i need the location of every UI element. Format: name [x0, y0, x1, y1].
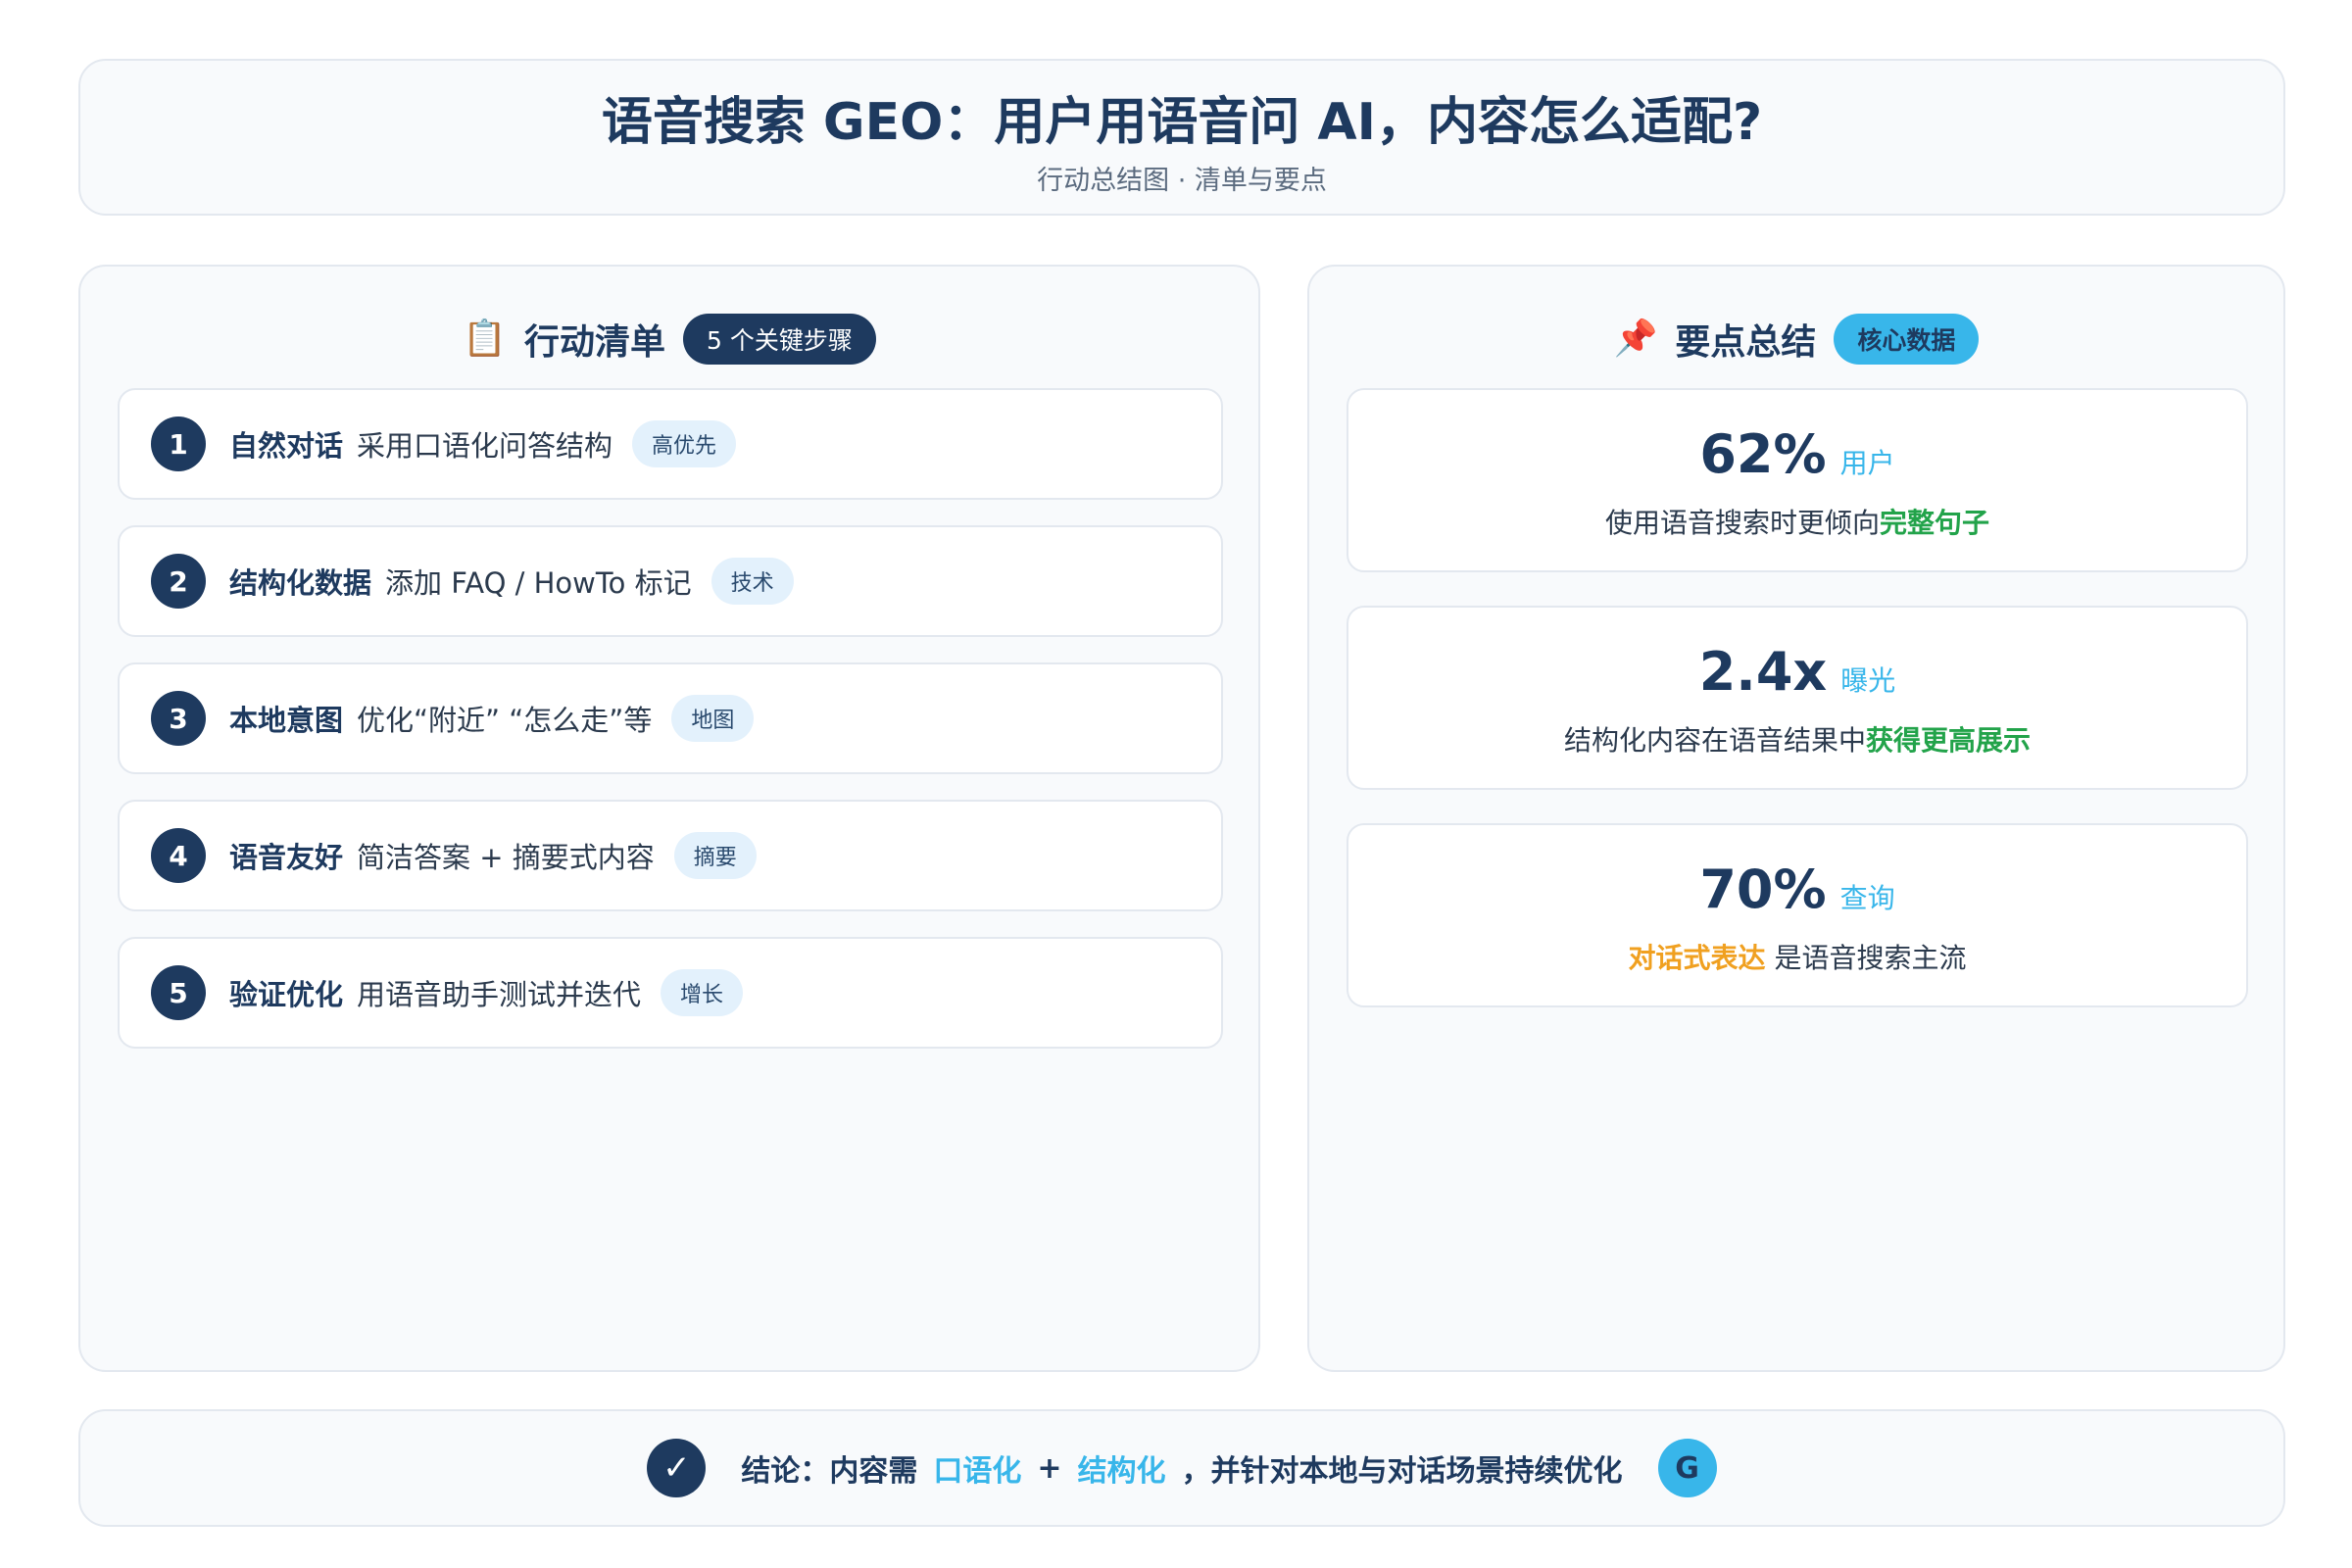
stat-value: 2.4x	[1698, 641, 1828, 703]
stat-card: 70% 查询 对话式表达 是语音搜索主流	[1347, 823, 2248, 1007]
action-list-panel: 📋 行动清单 5 个关键步骤 1 自然对话 采用口语化问答结构 高优先 2 结构…	[78, 265, 1260, 1372]
step-title: 自然对话	[229, 429, 344, 463]
stat-unit: 查询	[1839, 882, 1895, 914]
action-list-header: 📋 行动清单 5 个关键步骤	[80, 312, 1258, 367]
stat-value: 62%	[1699, 423, 1827, 485]
conclusion-suffix: ，并针对本地与对话场景持续优化	[1181, 1454, 1623, 1489]
key-points-title: 要点总结	[1675, 322, 1817, 363]
step-title: 本地意图	[229, 704, 344, 737]
conclusion-plus: +	[1037, 1450, 1062, 1486]
step-tag: 技术	[710, 558, 794, 605]
step-title: 语音友好	[229, 841, 344, 874]
step-item: 3 本地意图 优化“附近” “怎么走”等 地图	[118, 662, 1223, 774]
stat-highlight: 获得更高展示	[1866, 724, 2032, 757]
step-description: 添加 FAQ / HowTo 标记	[385, 566, 692, 600]
step-tag: 地图	[671, 695, 755, 742]
core-data-badge: 核心数据	[1834, 314, 1980, 365]
step-item: 4 语音友好 简洁答案 + 摘要式内容 摘要	[118, 800, 1223, 911]
step-tag: 摘要	[673, 832, 757, 879]
stat-value: 70%	[1699, 858, 1827, 920]
conclusion-highlight-1: 口语化	[933, 1454, 1022, 1489]
step-number: 2	[151, 554, 206, 609]
step-description: 用语音助手测试并迭代	[357, 978, 642, 1011]
stat-card: 2.4x 曝光 结构化内容在语音结果中获得更高展示	[1347, 606, 2248, 790]
stat-card: 62% 用户 使用语音搜索时更倾向完整句子	[1347, 388, 2248, 572]
key-points-header: 📌 要点总结 核心数据	[1309, 312, 2283, 367]
stat-highlight: 完整句子	[1880, 507, 1990, 539]
step-description: 简洁答案 + 摘要式内容	[357, 841, 655, 874]
clipboard-icon: 📋	[463, 318, 507, 359]
g-logo-badge: G	[1657, 1439, 1717, 1497]
key-points-panel: 📌 要点总结 核心数据 62% 用户 使用语音搜索时更倾向完整句子 2.4x 曝…	[1307, 265, 2285, 1372]
stat-highlight: 对话式表达	[1628, 942, 1766, 974]
stat-unit: 用户	[1839, 447, 1895, 479]
step-title: 结构化数据	[229, 566, 372, 600]
step-description: 采用口语化问答结构	[357, 429, 613, 463]
stat-unit: 曝光	[1840, 664, 1896, 697]
step-number: 5	[151, 965, 206, 1020]
page-subtitle: 行动总结图 · 清单与要点	[1037, 166, 1327, 196]
step-tag: 高优先	[632, 420, 737, 467]
step-tag: 增长	[661, 969, 744, 1016]
step-description: 优化“附近” “怎么走”等	[357, 704, 653, 737]
step-number: 3	[151, 691, 206, 746]
steps-count-badge: 5 个关键步骤	[682, 314, 876, 365]
step-item: 5 验证优化 用语音助手测试并迭代 增长	[118, 937, 1223, 1049]
step-number: 1	[151, 416, 206, 471]
step-number: 4	[151, 828, 206, 883]
page-title: 语音搜索 GEO：用户用语音问 AI，内容怎么适配?	[601, 93, 1763, 152]
action-list-title: 行动清单	[523, 322, 665, 363]
header-card: 语音搜索 GEO：用户用语音问 AI，内容怎么适配? 行动总结图 · 清单与要点	[78, 59, 2285, 216]
stat-description: 使用语音搜索时更倾向完整句子	[1604, 507, 1990, 539]
pushpin-icon: 📌	[1613, 318, 1658, 359]
stat-description: 结构化内容在语音结果中获得更高展示	[1563, 724, 2032, 757]
conclusion-highlight-2: 结构化	[1077, 1454, 1166, 1489]
step-item: 2 结构化数据 添加 FAQ / HowTo 标记 技术	[118, 525, 1223, 637]
check-icon: ✓	[647, 1439, 707, 1497]
conclusion-bar: ✓ 结论：内容需 口语化 + 结构化 ，并针对本地与对话场景持续优化 G	[78, 1409, 2285, 1527]
stat-description: 对话式表达 是语音搜索主流	[1628, 942, 1967, 974]
step-item: 1 自然对话 采用口语化问答结构 高优先	[118, 388, 1223, 500]
conclusion-prefix: 结论：内容需	[741, 1454, 918, 1489]
step-title: 验证优化	[229, 978, 344, 1011]
